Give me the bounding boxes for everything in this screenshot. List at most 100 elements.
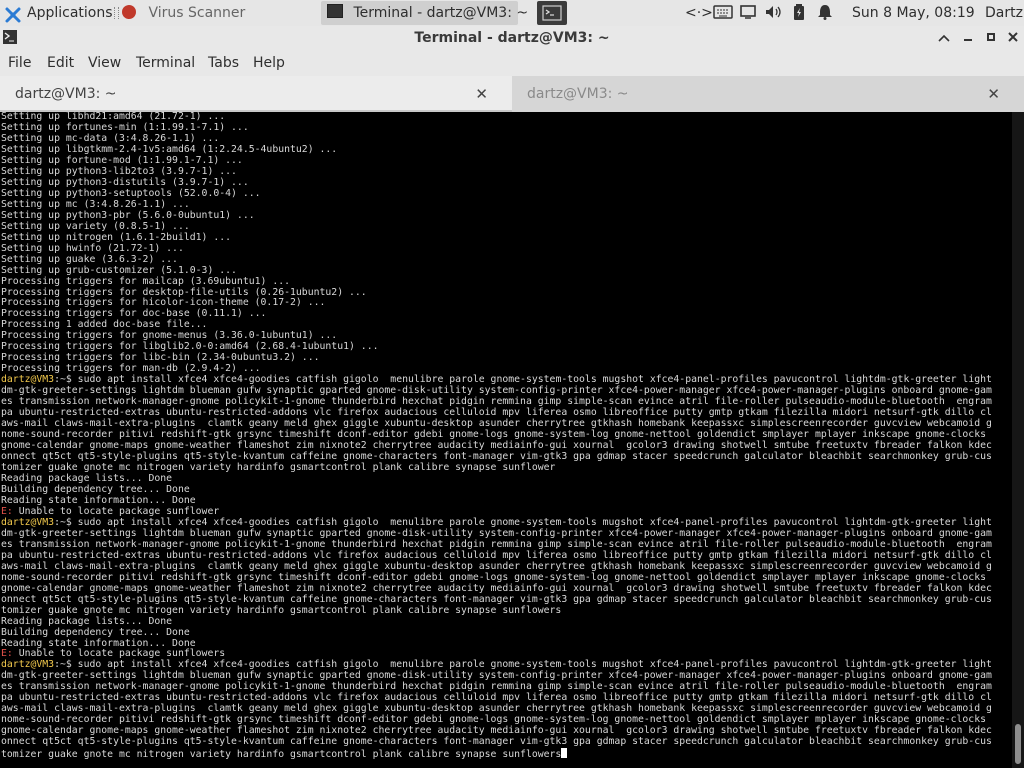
minimize-button[interactable]: [958, 28, 978, 48]
terminal-line-text: gnome-calendar gnome-maps gnome-weather …: [1, 725, 992, 737]
tab-2[interactable]: dartz@VM3: ~ ✕: [512, 76, 1024, 112]
notifications-icon[interactable]: [817, 0, 833, 26]
terminal-launcher-button[interactable]: [537, 1, 567, 25]
battery-icon[interactable]: [793, 0, 805, 26]
prompt-user-host: dartz@VM3: [1, 659, 55, 671]
terminal-line-text: Setting up libhd21:amd64 (21.72-1) ...: [1, 112, 226, 122]
terminal-line-text: gnome-calendar gnome-maps gnome-weather …: [1, 440, 992, 452]
menu-file[interactable]: File: [8, 50, 31, 76]
top-panel: Applications Virus Scanner Terminal - da…: [0, 0, 1024, 26]
menu-help[interactable]: Help: [253, 50, 285, 76]
prompt-user-host: dartz@VM3: [1, 516, 55, 528]
terminal-line-text: Reading state information... Done: [1, 637, 196, 649]
applications-menu[interactable]: Applications: [27, 0, 113, 26]
terminal-line-text: Setting up hwinfo (21.72-1) ...: [1, 242, 184, 254]
terminal-line-text: Setting up python3-pbr (5.6.0-0ubuntu1) …: [1, 209, 255, 221]
terminal-line-text: onnect qt5ct qt5-style-plugins qt5-style…: [1, 451, 992, 463]
terminal-line-text: Building dependency tree... Done: [1, 626, 190, 638]
terminal-line-text: es transmission network-manager-gnome po…: [1, 681, 992, 693]
menu-view[interactable]: View: [88, 50, 121, 76]
network-icon[interactable]: <·>: [685, 0, 713, 26]
terminal-line-text: Reading package lists... Done: [1, 615, 173, 627]
terminal-line-text: Setting up guake (3.6.3-2) ...: [1, 253, 178, 265]
terminal-line-text: Setting up mc (3:4.8.26-1.1) ...: [1, 198, 190, 210]
task-terminal-label: Terminal - dartz@VM3: ~: [353, 5, 529, 21]
terminal-line-text: :~$ sudo apt install xfce4 xfce4-goodies…: [54, 659, 992, 671]
terminal-line-text: Unable to locate package sunflower: [12, 505, 220, 517]
terminal-line-text: Setting up libgtkmm-2.4-1v5:amd64 (1:2.2…: [1, 143, 338, 155]
terminal-line-text: es transmission network-manager-gnome po…: [1, 538, 992, 550]
terminal-line-text: Setting up grub-customizer (5.1.0-3) ...: [1, 264, 237, 276]
text-cursor: [561, 748, 568, 759]
close-icon[interactable]: ✕: [475, 76, 488, 112]
window-titlebar[interactable]: Terminal - dartz@VM3: ~: [0, 26, 1024, 50]
terminal-line-text: dm-gtk-greeter-settings lightdm blueman …: [1, 385, 992, 397]
terminal-line-text: Building dependency tree... Done: [1, 483, 190, 495]
scrollbar[interactable]: [1012, 112, 1024, 768]
window-up-icon[interactable]: [934, 28, 954, 48]
close-button[interactable]: [1003, 28, 1023, 48]
terminal-line-text: Processing triggers for desktop-file-uti…: [1, 286, 367, 298]
terminal-line-text: Processing triggers for gnome-menus (3.3…: [1, 330, 338, 342]
terminal-line-text: es transmission network-manager-gnome po…: [1, 396, 992, 408]
close-icon[interactable]: ✕: [987, 76, 1000, 112]
terminal-text: Setting up libhd21:amd64 (21.72-1) ... Se…: [0, 112, 1012, 761]
task-virus-scanner-label: Virus Scanner: [148, 5, 246, 21]
terminal-line-text: :~$ sudo apt install xfce4 xfce4-goodies…: [54, 516, 992, 528]
task-terminal[interactable]: Terminal - dartz@VM3: ~: [321, 1, 528, 25]
terminal-line-text: Processing 1 added doc-base file...: [1, 319, 208, 331]
prompt-user-host: dartz@VM3: [1, 374, 55, 386]
display-icon[interactable]: [740, 0, 756, 26]
terminal-line-text: aws-mail claws-mail-extra-plugins clamtk…: [1, 560, 992, 572]
terminal-line-text: Processing triggers for mailcap (3.69ubu…: [1, 275, 291, 287]
menu-edit[interactable]: Edit: [47, 50, 74, 76]
tab-bar: dartz@VM3: ~ ✕ dartz@VM3: ~ ✕: [0, 76, 1024, 112]
xfce-logo-icon[interactable]: [4, 0, 22, 26]
terminal-line-text: dm-gtk-greeter-settings lightdm blueman …: [1, 670, 992, 682]
menu-terminal[interactable]: Terminal: [136, 50, 195, 76]
terminal-line-text: Processing triggers for hicolor-icon-the…: [1, 297, 326, 309]
terminal-line-text: pa ubuntu-restricted-extras ubuntu-restr…: [1, 407, 992, 419]
terminal-line-text: Processing triggers for libc-bin (2.34-0…: [1, 352, 320, 364]
maximize-button[interactable]: [981, 28, 1001, 48]
tab-1-label: dartz@VM3: ~: [15, 86, 117, 102]
terminal-line: onnect qt5ct qt5-style-plugins qt5-style…: [1, 736, 1012, 748]
terminal-icon: [542, 5, 562, 21]
error-prefix: E:: [1, 648, 13, 660]
terminal-line-text: Setting up nitrogen (1.6.1-2build1) ...: [1, 231, 232, 243]
window-title: Terminal - dartz@VM3: ~: [414, 30, 610, 46]
terminal-line-text: gnome-calendar gnome-maps gnome-weather …: [1, 582, 992, 594]
terminal-line-text: Processing triggers for man-db (2.9.4-2)…: [1, 363, 261, 375]
task-virus-scanner[interactable]: Virus Scanner: [122, 1, 245, 25]
menu-tabs[interactable]: Tabs: [208, 50, 239, 76]
terminal-line-text: tomizer guake gnote mc nitrogen variety …: [1, 604, 562, 616]
error-prefix: E:: [1, 505, 13, 517]
tab-2-label: dartz@VM3: ~: [527, 86, 629, 102]
keyboard-icon[interactable]: [713, 0, 733, 26]
terminal-line-text: tomizer guake gnote mc nitrogen variety …: [1, 749, 562, 761]
terminal-line-text: Reading package lists... Done: [1, 472, 173, 484]
menu-bar: File Edit View Terminal Tabs Help: [0, 50, 1024, 76]
terminal-line-text: Reading state information... Done: [1, 494, 196, 506]
clock[interactable]: Sun 8 May, 08:19: [852, 0, 975, 26]
terminal-line-text: aws-mail claws-mail-extra-plugins clamtk…: [1, 418, 992, 430]
terminal-line-text: nome-sound-recorder pitivi redshift-gtk …: [1, 429, 987, 441]
user-menu[interactable]: Dartz: [985, 0, 1023, 26]
terminal-line-text: onnect qt5ct qt5-style-plugins qt5-style…: [1, 736, 992, 748]
terminal-line-text: Setting up python3-lib2to3 (3.9.7-1) ...: [1, 165, 237, 177]
volume-icon[interactable]: [765, 0, 783, 26]
scrollbar-thumb[interactable]: [1015, 724, 1021, 764]
terminal-line-text: pa ubuntu-restricted-extras ubuntu-restr…: [1, 692, 992, 704]
terminal-line-text: Setting up python3-setuptools (52.0.0-4)…: [1, 187, 261, 199]
tab-1[interactable]: dartz@VM3: ~ ✕: [0, 76, 512, 112]
terminal-line-text: Setting up variety (0.8.5-1) ...: [1, 220, 190, 232]
terminal-line-text: nome-sound-recorder pitivi redshift-gtk …: [1, 714, 987, 726]
terminal-line: tomizer guake gnote mc nitrogen variety …: [1, 748, 1012, 761]
terminal-line-text: tomizer guake gnote mc nitrogen variety …: [1, 462, 556, 473]
terminal-line-text: Processing triggers for libglib2.0-0:amd…: [1, 341, 379, 353]
terminal-line-text: Processing triggers for doc-base (0.11.1…: [1, 308, 267, 320]
virus-scanner-icon: [122, 5, 136, 19]
terminal-output[interactable]: Setting up libhd21:amd64 (21.72-1) ... Se…: [0, 112, 1012, 768]
terminal-line-text: pa ubuntu-restricted-extras ubuntu-restr…: [1, 549, 992, 561]
terminal-line-text: Setting up mc-data (3:4.8.26-1.1) ...: [1, 132, 220, 144]
